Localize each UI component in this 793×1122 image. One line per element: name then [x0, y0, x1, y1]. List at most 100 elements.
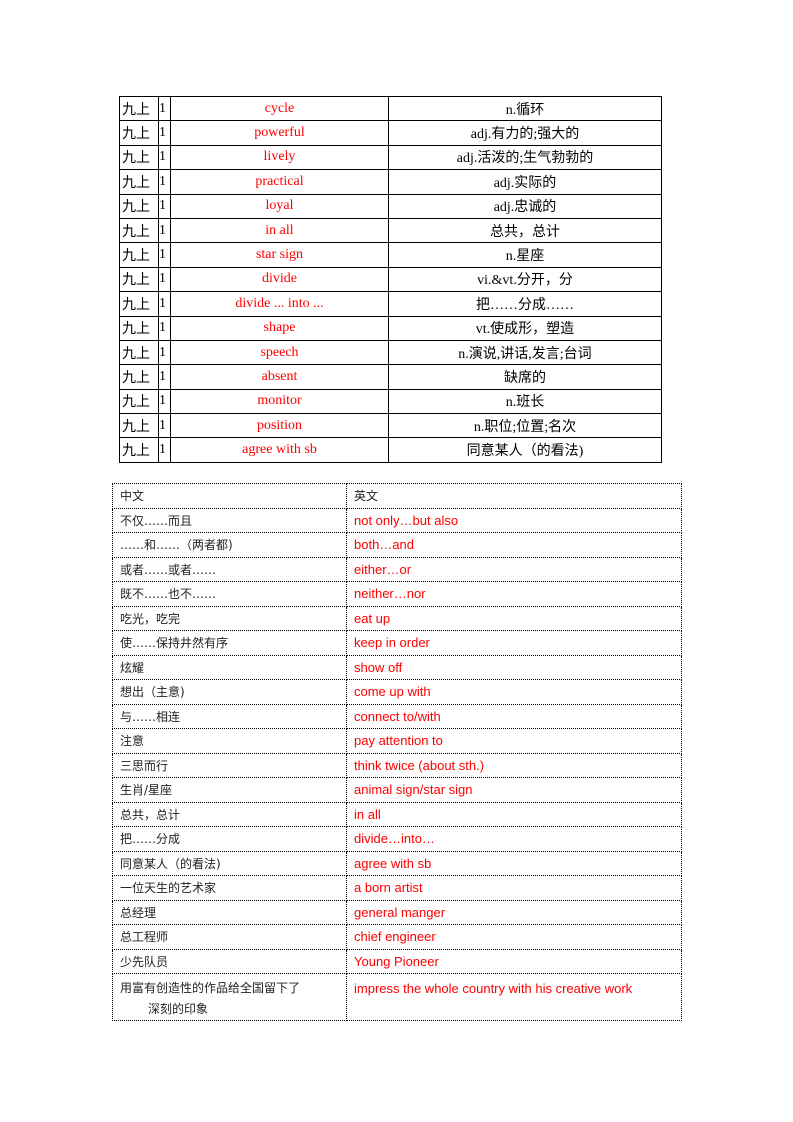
cell-cn: 与……相连: [112, 703, 347, 729]
cell-cn: 不仅……而且: [112, 507, 347, 533]
header-english: 英文: [346, 483, 682, 509]
cell-unit: 1: [158, 120, 171, 146]
cell-en: divide: [170, 266, 389, 293]
table-row: 既不……也不…… neither…nor: [112, 581, 682, 607]
cell-en: a born artist: [346, 875, 682, 901]
cell-cn: 生肖/星座: [112, 777, 347, 803]
cell-cn: 用富有创造性的作品给全国留下了 深刻的印象: [112, 973, 347, 1021]
cell-cn: 把……分成……: [388, 291, 662, 317]
cell-unit: 1: [158, 193, 171, 219]
cell-unit: 1: [158, 364, 171, 390]
cell-en: both…and: [346, 532, 682, 558]
cell-en: general manger: [346, 899, 682, 925]
cell-en: position: [170, 413, 389, 439]
cell-en: divide ... into ...: [170, 291, 389, 317]
table-row: 九上 1 lively adj.活泼的;生气勃勃的: [119, 144, 662, 171]
cell-en: either…or: [346, 556, 682, 582]
table-row: 九上 1 absent 缺席的: [119, 364, 662, 390]
cell-cn: vi.&vt.分开，分: [388, 266, 662, 293]
cell-en: lively: [170, 144, 389, 171]
cell-cn: 想出（主意): [112, 679, 347, 705]
table-row: 九上 1 loyal adj.忠诚的: [119, 193, 662, 219]
cell-grade: 九上: [119, 193, 159, 219]
cell-grade: 九上: [119, 242, 159, 268]
cell-en: not only…but also: [346, 507, 682, 533]
table-row: 九上 1 star sign n.星座: [119, 242, 662, 268]
header-chinese: 中文: [112, 483, 347, 509]
cell-en: speech: [170, 339, 389, 366]
vocabulary-table: 九上 1 cycle n.循环 九上 1 powerful adj.有力的;强大的 九上 1 liv…: [119, 95, 662, 463]
cell-cn: 一位天生的艺术家: [112, 875, 347, 901]
table-row: 生肖/星座 animal sign/star sign: [112, 777, 682, 803]
table-row: 总共，总计 in all: [112, 801, 682, 827]
cell-cn: 总工程师: [112, 924, 347, 950]
cell-cn: adj.活泼的;生气勃勃的: [388, 144, 662, 171]
cell-en: animal sign/star sign: [346, 777, 682, 803]
cell-unit: 1: [158, 266, 171, 293]
table-row: ……和……（两者都) both…and: [112, 532, 682, 558]
cell-cn: n.职位;位置;名次: [388, 413, 662, 439]
cell-cn: 吃光，吃完: [112, 605, 347, 631]
cell-unit: 1: [158, 95, 171, 122]
cell-cn: 使……保持井然有序: [112, 630, 347, 656]
cell-en: show off: [346, 654, 682, 680]
cell-en: in all: [170, 217, 389, 244]
cell-en: shape: [170, 315, 389, 341]
cell-en: impress the whole country with his creat…: [346, 973, 682, 1021]
cell-cn: 总共，总计: [388, 217, 662, 244]
cell-grade: 九上: [119, 120, 159, 146]
cell-en: cycle: [170, 95, 389, 122]
cell-en: divide…into…: [346, 826, 682, 852]
cell-unit: 1: [158, 339, 171, 366]
cell-grade: 九上: [119, 266, 159, 293]
cell-cn: 既不……也不……: [112, 581, 347, 607]
cell-unit: 1: [158, 413, 171, 439]
cell-cn: ……和……（两者都): [112, 532, 347, 558]
table-row: 与……相连 connect to/with: [112, 703, 682, 729]
cell-cn: adj.有力的;强大的: [388, 120, 662, 146]
cell-cn: 炫耀: [112, 654, 347, 680]
cell-cn: n.星座: [388, 242, 662, 268]
table-row: 吃光，吃完 eat up: [112, 605, 682, 631]
cell-grade: 九上: [119, 217, 159, 244]
table-row: 九上 1 shape vt.使成形，塑造: [119, 315, 662, 341]
cell-cn: adj.忠诚的: [388, 193, 662, 219]
cell-grade: 九上: [119, 169, 159, 195]
table-row: 九上 1 divide vi.&vt.分开，分: [119, 266, 662, 293]
cell-unit: 1: [158, 217, 171, 244]
cell-grade: 九上: [119, 413, 159, 439]
table-row: 九上 1 in all 总共，总计: [119, 217, 662, 244]
table-row: 不仅……而且 not only…but also: [112, 507, 682, 533]
table-row: 注意 pay attention to: [112, 728, 682, 754]
cell-grade: 九上: [119, 95, 159, 122]
cell-en: neither…nor: [346, 581, 682, 607]
table-row: 同意某人（的看法) agree with sb: [112, 850, 682, 876]
cell-cn: 或者……或者……: [112, 556, 347, 582]
table-row: 想出（主意) come up with: [112, 679, 682, 705]
cell-cn: adj.实际的: [388, 169, 662, 195]
cell-cn: n.班长: [388, 388, 662, 415]
table-row: 九上 1 position n.职位;位置;名次: [119, 413, 662, 439]
table-row: 三思而行 think twice (about sth.): [112, 752, 682, 778]
table-row: 九上 1 powerful adj.有力的;强大的: [119, 120, 662, 146]
cell-grade: 九上: [119, 144, 159, 171]
cell-unit: 1: [158, 291, 171, 317]
cell-en: in all: [346, 801, 682, 827]
cell-cn: 同意某人（的看法): [112, 850, 347, 876]
cell-grade: 九上: [119, 339, 159, 366]
cell-cn: 同意某人（的看法): [388, 437, 662, 463]
table-row: 总工程师 chief engineer: [112, 924, 682, 950]
table-row: 九上 1 divide ... into ... 把……分成……: [119, 291, 662, 317]
cell-grade: 九上: [119, 364, 159, 390]
cell-en: agree with sb: [170, 437, 389, 463]
cell-en: connect to/with: [346, 703, 682, 729]
cell-cn: 总共，总计: [112, 801, 347, 827]
cell-unit: 1: [158, 169, 171, 195]
cell-cn: n.演说,讲话,发言;台词: [388, 339, 662, 366]
phrase-table: 中文 英文 不仅……而且 not only…but also ……和……（两者都) b…: [112, 483, 682, 1021]
cell-unit: 1: [158, 388, 171, 415]
cell-cn: 把……分成: [112, 826, 347, 852]
table-row: 九上 1 cycle n.循环: [119, 95, 662, 122]
cell-unit: 1: [158, 144, 171, 171]
cell-en: eat up: [346, 605, 682, 631]
